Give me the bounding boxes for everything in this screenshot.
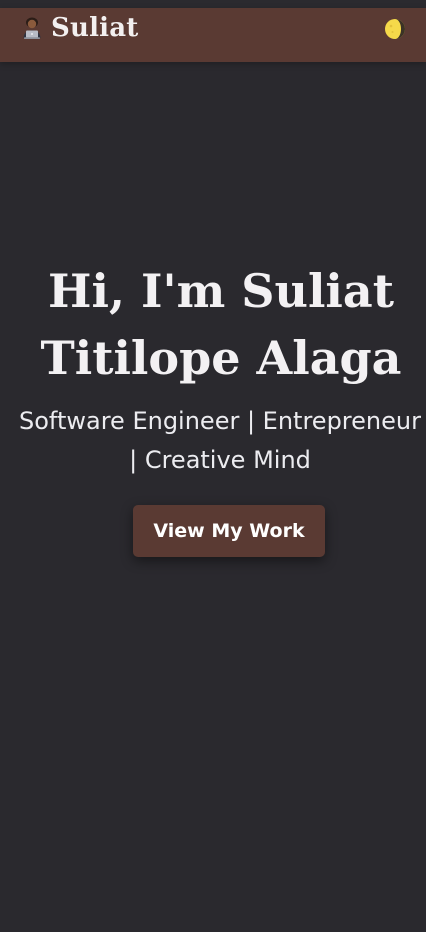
brand-name: Suliat xyxy=(51,13,139,43)
view-my-work-button[interactable]: View My Work xyxy=(133,505,325,557)
hero-subtitle: Software Engineer | Entrepreneur | Creat… xyxy=(19,407,421,474)
navbar: Suliat xyxy=(0,8,426,62)
moon-icon xyxy=(385,19,405,39)
brand[interactable]: Suliat xyxy=(20,12,139,44)
technologist-laptop-icon xyxy=(20,16,44,40)
theme-toggle-button[interactable] xyxy=(382,16,408,42)
hero-title: Hi, I'm Suliat Titilope Alaga xyxy=(40,264,402,385)
hero-section: Hi, I'm Suliat Titilope Alaga Software E… xyxy=(0,258,426,480)
